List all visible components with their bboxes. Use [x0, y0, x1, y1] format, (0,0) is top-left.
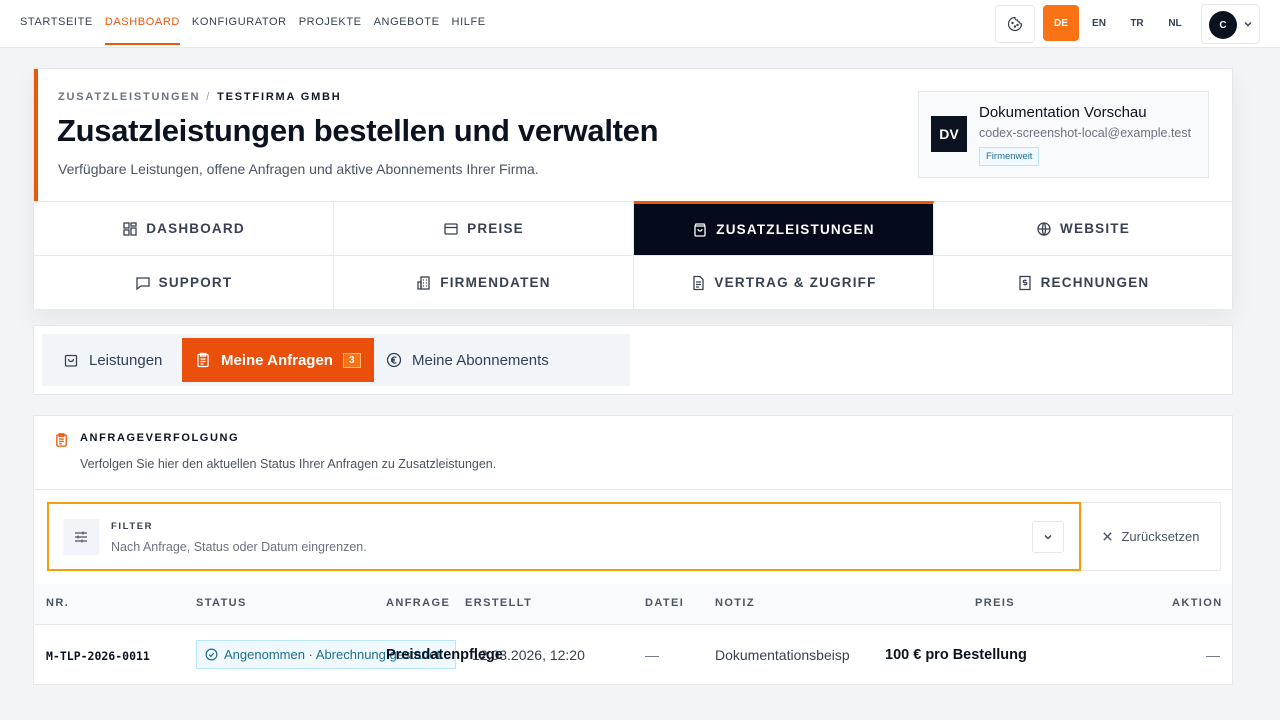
tab-firmendaten[interactable]: FIRMENDATEN	[334, 255, 634, 309]
user-name: Dokumentation Vorschau	[979, 104, 1147, 121]
user-menu-button[interactable]: C	[1201, 4, 1260, 44]
tab-label: VERTRAG & ZUGRIFF	[714, 275, 877, 290]
subtab-meine-abonnements[interactable]: Meine Abonnements	[373, 338, 562, 382]
tab-label: FIRMENDATEN	[440, 275, 551, 290]
scope-badge: Firmenweit	[979, 147, 1040, 166]
avatar: C	[1209, 11, 1237, 39]
column-preis: PREIS	[975, 597, 1016, 609]
check-circle-icon	[205, 648, 218, 661]
cookie-icon	[1007, 16, 1023, 32]
tab-dashboard[interactable]: DASHBOARD	[34, 201, 334, 255]
action-value: —	[1206, 647, 1220, 663]
table-header: NR. STATUS ANFRAGE ERSTELLT DATEI NOTIZ …	[34, 584, 1232, 624]
grid-icon	[123, 221, 137, 236]
page-title: Zusatzleistungen bestellen und verwalten	[57, 113, 659, 148]
header-accent-bar	[34, 69, 38, 201]
filter-expand-button[interactable]	[1032, 521, 1064, 553]
document-icon	[693, 275, 705, 290]
tab-preise[interactable]: PREISE	[334, 201, 634, 255]
column-nr: NR.	[46, 597, 70, 609]
tab-label: DASHBOARD	[146, 221, 245, 236]
subtab-label: Meine Anfragen	[221, 351, 333, 369]
tab-vertrag-zugriff[interactable]: VERTRAG & ZUGRIFF	[634, 255, 934, 309]
top-navigation: STARTSEITE DASHBOARD KONFIGURATOR PROJEK…	[0, 0, 1280, 48]
tab-label: RECHNUNGEN	[1040, 275, 1150, 290]
column-status: STATUS	[196, 597, 247, 609]
nav-link-startseite[interactable]: STARTSEITE	[20, 0, 93, 45]
subtabs: Leistungen Meine Anfragen 3 Meine Abonne…	[42, 334, 630, 386]
chevron-down-icon	[1044, 535, 1052, 540]
request-tracking-card: ANFRAGEVERFOLGUNG Verfolgen Sie hier den…	[33, 415, 1233, 685]
nav-link-konfigurator[interactable]: KONFIGURATOR	[192, 0, 287, 45]
breadcrumb-item-current: TESTFIRMA GMBH	[217, 91, 342, 103]
subtab-leistungen[interactable]: Leistungen	[50, 338, 175, 382]
section-tabs: DASHBOARD PREISE ZUSATZLEISTUNGEN WEBSIT…	[34, 201, 1232, 309]
tab-website[interactable]: WEBSITE	[934, 201, 1232, 255]
language-nl[interactable]: NL	[1157, 5, 1193, 41]
breadcrumb: ZUSATZLEISTUNGEN / TESTFIRMA GMBH	[58, 91, 342, 103]
bag-icon	[64, 354, 78, 367]
subtab-label: Leistungen	[89, 351, 163, 369]
section-description: Verfolgen Sie hier den aktuellen Status …	[80, 457, 497, 471]
nav-link-dashboard[interactable]: DASHBOARD	[104, 0, 180, 45]
tab-label: ZUSATZLEISTUNGEN	[716, 222, 875, 237]
chat-icon	[136, 276, 150, 290]
price-value: 100 € pro Bestellung	[885, 647, 1027, 663]
column-erstellt: ERSTELLT	[465, 597, 533, 609]
column-notiz: NOTIZ	[715, 597, 755, 609]
column-datei: DATEI	[645, 597, 685, 609]
tab-support[interactable]: SUPPORT	[34, 255, 334, 309]
main-nav-links: STARTSEITE DASHBOARD KONFIGURATOR PROJEK…	[20, 0, 486, 45]
breadcrumb-separator: /	[206, 91, 212, 103]
count-badge: 3	[342, 352, 361, 368]
bag-icon	[694, 222, 706, 237]
file-value: —	[645, 647, 659, 663]
table-row[interactable]: M-TLP-2026-0011 Angenommen · Abrechnung …	[34, 624, 1232, 684]
subtab-meine-anfragen[interactable]: Meine Anfragen 3	[182, 338, 374, 382]
tab-label: PREISE	[467, 221, 524, 236]
language-tr[interactable]: TR	[1119, 5, 1155, 41]
close-icon	[1103, 532, 1113, 541]
nav-link-hilfe[interactable]: HILFE	[452, 0, 486, 45]
tab-label: SUPPORT	[158, 275, 233, 290]
user-card: DV Dokumentation Vorschau codex-screensh…	[918, 91, 1209, 178]
language-en[interactable]: EN	[1081, 5, 1117, 41]
tab-zusatzleistungen[interactable]: ZUSATZLEISTUNGEN	[634, 201, 934, 255]
section-title: ANFRAGEVERFOLGUNG	[80, 432, 240, 444]
column-anfrage: ANFRAGE	[386, 597, 451, 609]
page-subtitle: Verfügbare Leistungen, offene Anfragen u…	[58, 161, 539, 177]
column-aktion: AKTION	[1172, 597, 1223, 609]
subtabs-card: Leistungen Meine Anfragen 3 Meine Abonne…	[33, 325, 1233, 395]
request-number: M-TLP-2026-0011	[46, 649, 150, 663]
filter-panel[interactable]: FILTER Nach Anfrage, Status oder Datum e…	[47, 502, 1081, 571]
euro-icon	[386, 352, 402, 368]
breadcrumb-item-zusatzleistungen[interactable]: ZUSATZLEISTUNGEN	[58, 91, 200, 103]
page-header-card: ZUSATZLEISTUNGEN / TESTFIRMA GMBH Zusatzle…	[33, 68, 1233, 309]
chevron-down-icon	[1244, 22, 1252, 27]
subtab-label: Meine Abonnements	[412, 351, 549, 369]
globe-icon	[1037, 221, 1051, 236]
clipboard-icon	[56, 433, 67, 447]
building-icon	[417, 275, 430, 290]
nav-link-projekte[interactable]: PROJEKTE	[299, 0, 362, 45]
invoice-icon	[1018, 275, 1031, 290]
cookie-settings-button[interactable]	[995, 5, 1035, 43]
reset-label: Zurücksetzen	[1121, 529, 1200, 544]
tab-rechnungen[interactable]: RECHNUNGEN	[934, 255, 1232, 309]
sliders-icon	[63, 519, 99, 555]
company-logo: DV	[931, 116, 967, 152]
request-name: Preisdatenpflege	[386, 647, 503, 663]
note-value: Dokumentationsbeisp	[715, 647, 850, 663]
filter-label: FILTER	[111, 521, 154, 532]
user-email: codex-screenshot-local@example.test	[979, 126, 1192, 140]
language-de[interactable]: DE	[1043, 5, 1079, 41]
clipboard-icon	[197, 352, 209, 368]
tab-label: WEBSITE	[1060, 221, 1130, 236]
reset-filter-button[interactable]: Zurücksetzen	[1081, 502, 1221, 571]
nav-link-angebote[interactable]: ANGEBOTE	[374, 0, 440, 45]
card-icon	[444, 222, 458, 235]
filter-description: Nach Anfrage, Status oder Datum eingrenz…	[111, 540, 367, 554]
divider	[34, 489, 1232, 490]
